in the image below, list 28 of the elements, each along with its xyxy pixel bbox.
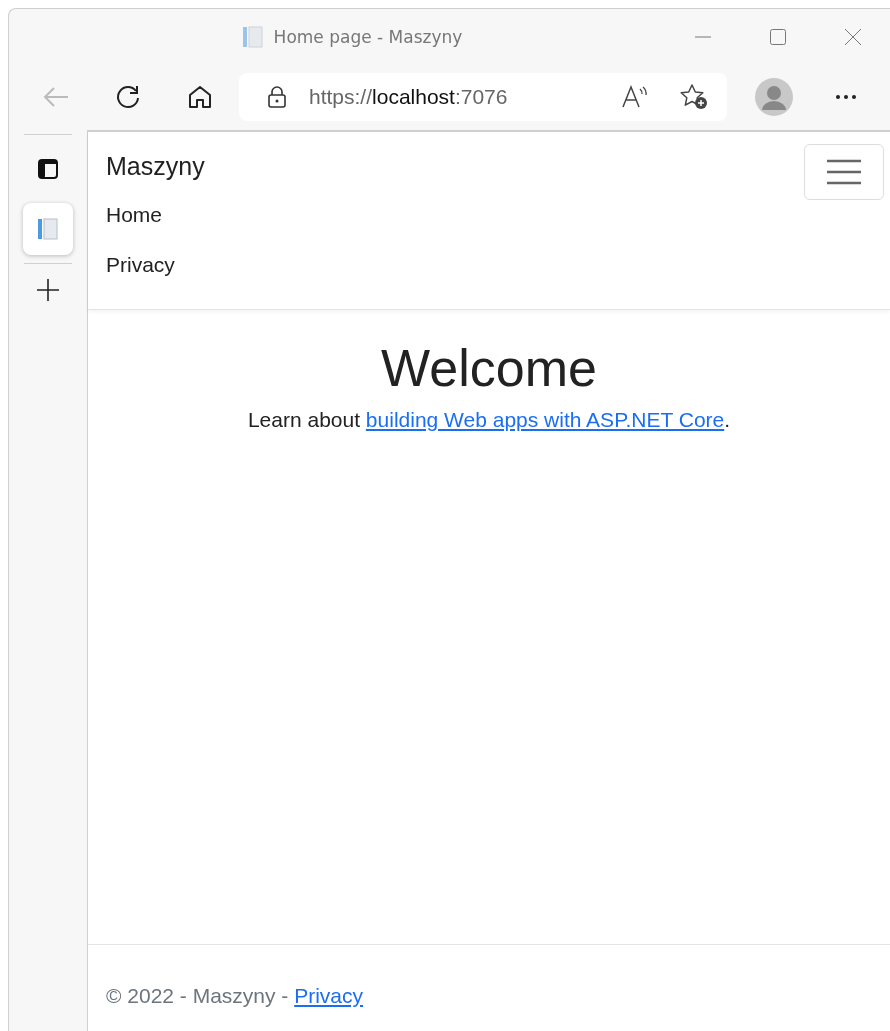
intro-text: Learn about building Web apps with ASP.NET Core.: [247, 408, 731, 432]
workspaces-icon: [37, 158, 59, 180]
footer-text: © 2022 - Maszyny - Privacy: [106, 983, 364, 1008]
page-icon: [241, 24, 264, 49]
menu-icon: [826, 159, 862, 185]
window-title: Home page - Maszyny: [273, 26, 463, 47]
close-icon: [843, 27, 862, 46]
nav-link[interactable]: Home: [106, 195, 163, 245]
brand-link[interactable]: Maszyny: [106, 144, 205, 195]
maximize-icon: [768, 27, 787, 46]
plus-icon: [36, 278, 60, 302]
avatar-icon: [755, 78, 793, 116]
refresh-icon: [114, 83, 142, 111]
nav-link[interactable]: Privacy: [106, 245, 175, 295]
back-arrow-icon: [42, 85, 70, 109]
page-icon: [37, 217, 59, 241]
favorite-add-icon[interactable]: [679, 83, 709, 111]
minimize-icon: [693, 35, 712, 38]
read-aloud-icon[interactable]: [621, 85, 649, 109]
docs-link[interactable]: building Web apps with ASP.NET Core: [365, 408, 725, 431]
lock-icon: [267, 85, 287, 109]
privacy-link[interactable]: Privacy: [294, 983, 364, 1007]
menu-button[interactable]: [804, 144, 884, 200]
welcome-heading: Welcome: [381, 338, 597, 398]
more-icon: [835, 94, 857, 100]
address-bar[interactable]: https://localhost:7076: [239, 73, 727, 121]
url-text: https://localhost:7076: [308, 85, 509, 109]
home-icon: [187, 84, 213, 110]
